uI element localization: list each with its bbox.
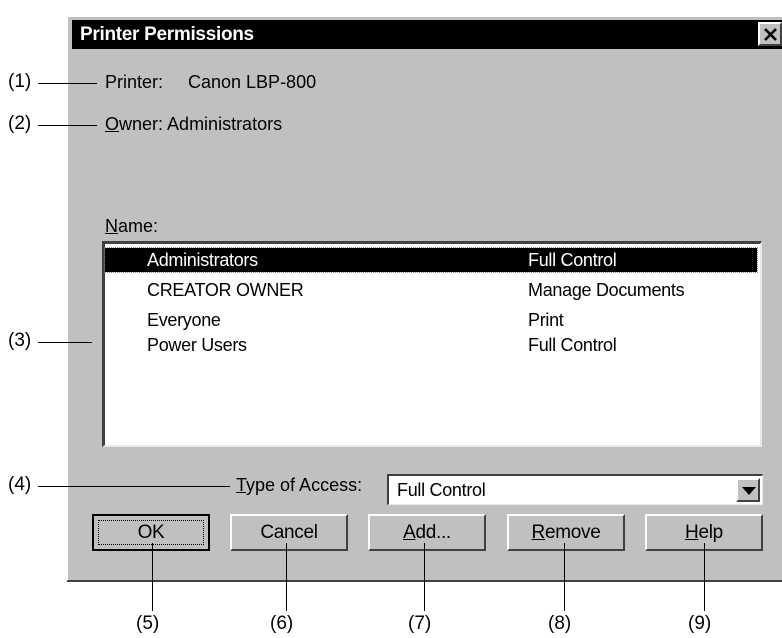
list-item-name: CREATOR OWNER: [147, 280, 304, 300]
callout-line: [564, 543, 565, 611]
list-item[interactable]: Administrators Full Control: [104, 247, 758, 273]
ok-button[interactable]: OK: [92, 514, 210, 551]
callout-7: (7): [408, 613, 432, 634]
close-button[interactable]: [758, 22, 782, 46]
title-bar: Printer Permissions: [72, 20, 782, 49]
cancel-button[interactable]: Cancel: [230, 514, 348, 551]
owner-line: Owner: Administrators: [105, 114, 282, 135]
chevron-down-icon: [742, 487, 756, 495]
type-of-access-label: Type of Access:: [236, 475, 362, 496]
list-item-permission: Full Control: [528, 335, 617, 355]
callout-2: (2): [8, 113, 32, 134]
type-of-access-label-rest: ype of Access:: [246, 475, 363, 495]
add-button[interactable]: Add...: [368, 514, 486, 551]
list-item-permission: Full Control: [528, 250, 617, 270]
callout-4: (4): [8, 474, 32, 495]
list-item-name: Administrators: [147, 250, 258, 270]
permissions-list[interactable]: Administrators Full Control CREATOR OWNE…: [102, 241, 762, 447]
list-item-name: Power Users: [147, 335, 247, 355]
printer-value: Canon LBP-800: [188, 72, 317, 92]
callout-line: [38, 83, 97, 84]
dialog-title: Printer Permissions: [80, 24, 254, 45]
ok-button-label: OK: [98, 520, 204, 545]
list-item-permission: Print: [528, 310, 564, 330]
list-item-name: Everyone: [147, 310, 221, 330]
dropdown-button[interactable]: [736, 478, 760, 502]
owner-value: Administrators: [167, 114, 283, 134]
close-icon: [764, 28, 777, 41]
callout-3: (3): [8, 330, 32, 351]
type-of-access-select[interactable]: Full Control: [387, 474, 763, 505]
remove-button-label: emove: [544, 522, 601, 543]
callout-line: [424, 543, 425, 611]
help-mnemonic: H: [685, 522, 699, 543]
cancel-button-label: Cancel: [260, 522, 318, 543]
callout-line: [152, 543, 153, 611]
type-of-access-mnemonic: T: [236, 475, 247, 495]
owner-label-mnemonic: O: [105, 114, 120, 134]
list-item[interactable]: Everyone Print: [105, 308, 757, 332]
callout-9: (9): [688, 613, 712, 634]
type-of-access-value: Full Control: [397, 480, 486, 500]
name-label: Name:: [105, 216, 158, 237]
list-item[interactable]: CREATOR OWNER Manage Documents: [105, 278, 757, 302]
callout-line: [38, 486, 230, 487]
callout-6: (6): [270, 613, 294, 634]
help-button-label: elp: [698, 522, 723, 543]
owner-label: wner:: [119, 114, 164, 134]
printer-label: Printer:: [105, 72, 164, 92]
callout-line: [38, 125, 97, 126]
remove-mnemonic: R: [531, 522, 546, 543]
list-item[interactable]: Power Users Full Control: [105, 333, 757, 357]
callout-8: (8): [548, 613, 572, 634]
remove-button[interactable]: Remove: [507, 514, 625, 551]
list-item-permission: Manage Documents: [528, 280, 685, 300]
add-button-label: dd...: [415, 522, 451, 543]
name-label-mnemonic: N: [105, 216, 118, 236]
callout-line: [38, 342, 92, 343]
callout-5: (5): [136, 613, 160, 634]
add-mnemonic: A: [403, 522, 416, 543]
callout-line: [286, 543, 287, 611]
name-label-rest: ame:: [118, 216, 159, 236]
callout-1: (1): [8, 71, 32, 92]
callout-line: [704, 543, 705, 611]
